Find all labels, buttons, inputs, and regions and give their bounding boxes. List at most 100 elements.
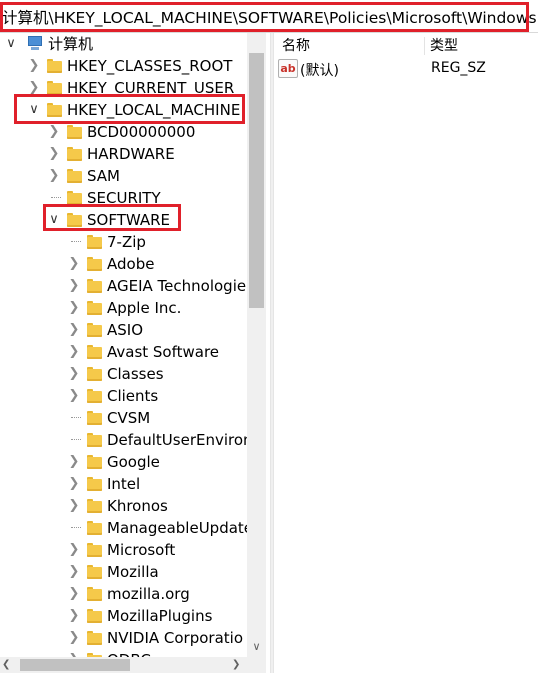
chevron-right-icon[interactable]: ❯ <box>67 319 81 341</box>
tree-node-label: BCD00000000 <box>87 123 196 141</box>
tree-node-microsoft[interactable]: ❯ Microsoft <box>0 539 248 561</box>
address-highlight-box <box>0 2 529 32</box>
tree-node-intel[interactable]: ❯ Intel <box>0 473 248 495</box>
folder-icon <box>67 169 82 183</box>
tree-node-adobe[interactable]: ❯ Adobe <box>0 253 248 275</box>
tree-node-asio[interactable]: ❯ ASIO <box>0 319 248 341</box>
tree-node-label: Adobe <box>107 255 155 273</box>
folder-icon <box>87 631 102 645</box>
folder-icon <box>87 609 102 623</box>
folder-icon <box>87 565 102 579</box>
column-header-name[interactable]: 名称 <box>282 35 310 55</box>
column-header-type[interactable]: 类型 <box>430 35 458 55</box>
chevron-right-icon[interactable]: ❯ <box>47 143 61 165</box>
tree-node-label: HARDWARE <box>87 145 175 163</box>
tree-node-hardware[interactable]: ❯ HARDWARE <box>0 143 248 165</box>
folder-icon <box>87 521 102 535</box>
tree-node-classes[interactable]: ❯ Classes <box>0 363 248 385</box>
folder-icon <box>67 191 82 205</box>
chevron-right-icon[interactable]: ❯ <box>47 165 61 187</box>
scroll-down-icon[interactable]: ∨ <box>247 639 266 655</box>
chevron-right-icon[interactable]: ❯ <box>47 121 61 143</box>
tree-node-7-zip[interactable]: 7-Zip <box>0 231 248 253</box>
chevron-right-icon[interactable]: ❯ <box>67 275 81 297</box>
scroll-left-icon[interactable]: ❮ <box>2 657 10 673</box>
tree-node-label: NVIDIA Corporatio <box>107 629 244 647</box>
tree-node-label: 7-Zip <box>107 233 146 251</box>
tree-node-label: CVSM <box>107 409 151 427</box>
tree-node-label: Clients <box>107 387 159 405</box>
chevron-right-icon[interactable]: ❯ <box>67 627 81 649</box>
address-bar[interactable]: 计算机\HKEY_LOCAL_MACHINE\SOFTWARE\Policies… <box>0 0 538 33</box>
folder-icon <box>87 235 102 249</box>
tree-node-odbc[interactable]: ❯ ODBC <box>0 649 248 657</box>
values-list[interactable]: 名称 类型 ab (默认) REG_SZ <box>274 33 538 673</box>
chevron-right-icon[interactable]: ❯ <box>67 583 81 605</box>
tree-node-avast-software[interactable]: ❯ Avast Software <box>0 341 248 363</box>
tree-node-label: MozillaPlugins <box>107 607 213 625</box>
chevron-right-icon[interactable]: ❯ <box>67 649 81 657</box>
tree-connector <box>71 417 81 418</box>
tree-node-mozillaplugins[interactable]: ❯ MozillaPlugins <box>0 605 248 627</box>
tree-connector <box>51 197 61 198</box>
tree-node-clients[interactable]: ❯ Clients <box>0 385 248 407</box>
chevron-right-icon[interactable]: ❯ <box>67 341 81 363</box>
chevron-right-icon[interactable]: ❯ <box>27 55 41 77</box>
folder-icon <box>87 323 102 337</box>
tree-node-mozilla[interactable]: ❯ Mozilla <box>0 561 248 583</box>
registry-tree[interactable]: ∨ 计算机 ❯ HKEY_CLASSES_ROOT ❯ HKEY_CURRENT_US… <box>0 33 266 657</box>
tree-node-label: 计算机 <box>48 35 94 53</box>
chevron-right-icon[interactable]: ❯ <box>67 253 81 275</box>
scrollbar-thumb[interactable] <box>20 659 130 671</box>
folder-icon <box>87 411 102 425</box>
tree-node-label: Khronos <box>107 497 168 515</box>
chevron-right-icon[interactable]: ❯ <box>67 451 81 473</box>
tree-node-apple-inc[interactable]: ❯ Apple Inc. <box>0 297 248 319</box>
list-item[interactable]: ab (默认) REG_SZ <box>274 59 538 81</box>
folder-icon <box>87 389 102 403</box>
chevron-right-icon[interactable]: ❯ <box>67 297 81 319</box>
tree-node-label: Mozilla <box>107 563 159 581</box>
folder-icon <box>87 455 102 469</box>
tree-node-label: HKEY_CLASSES_ROOT <box>67 57 233 75</box>
tree-node-label: Avast Software <box>107 343 220 361</box>
tree-node-cvsm[interactable]: CVSM <box>0 407 248 429</box>
tree-node-sam[interactable]: ❯ SAM <box>0 165 248 187</box>
folder-icon <box>87 477 102 491</box>
tree-node-defaultuserenviron[interactable]: DefaultUserEnviron <box>0 429 253 451</box>
chevron-right-icon[interactable]: ❯ <box>67 385 81 407</box>
tree-node-hkey-classes-root[interactable]: ❯ HKEY_CLASSES_ROOT <box>0 55 248 77</box>
chevron-right-icon[interactable]: ❯ <box>67 363 81 385</box>
tree-node-mozilla-org[interactable]: ❯ mozilla.org <box>0 583 248 605</box>
scrollbar-thumb[interactable] <box>249 53 264 308</box>
tree-connector <box>71 439 81 440</box>
tree-node-label: ManageableUpdate <box>107 519 254 537</box>
tree-node-khronos[interactable]: ❯ Khronos <box>0 495 248 517</box>
folder-icon <box>47 59 62 73</box>
folder-icon <box>67 125 82 139</box>
tree-vertical-scrollbar[interactable]: ∨ <box>247 33 266 657</box>
column-separator[interactable] <box>424 37 425 55</box>
tree-node-nvidia-corporatio[interactable]: ❯ NVIDIA Corporatio <box>0 627 248 649</box>
tree-node-label: Apple Inc. <box>107 299 182 317</box>
tree-node-manageableupdate[interactable]: ManageableUpdate <box>0 517 253 539</box>
tree-node-label: Microsoft <box>107 541 176 559</box>
tree-node-label: AGEIA Technologie <box>107 277 247 295</box>
value-type: REG_SZ <box>431 60 486 76</box>
chevron-right-icon[interactable]: ❯ <box>67 495 81 517</box>
chevron-right-icon[interactable]: ❯ <box>67 539 81 561</box>
chevron-down-icon[interactable]: ∨ <box>4 33 18 55</box>
tree-node-bcd00000000[interactable]: ❯ BCD00000000 <box>0 121 248 143</box>
software-highlight-box <box>43 204 181 231</box>
tree-node-ageia-technologie[interactable]: ❯ AGEIA Technologie <box>0 275 248 297</box>
tree-node-google[interactable]: ❯ Google <box>0 451 248 473</box>
chevron-right-icon[interactable]: ❯ <box>67 561 81 583</box>
folder-icon <box>67 147 82 161</box>
folder-icon <box>87 543 102 557</box>
chevron-right-icon[interactable]: ❯ <box>67 473 81 495</box>
chevron-right-icon[interactable]: ❯ <box>67 605 81 627</box>
tree-horizontal-scrollbar[interactable]: ❮ ❯ <box>0 657 266 673</box>
tree-node-computer[interactable]: ∨ 计算机 <box>0 33 248 55</box>
scroll-right-icon[interactable]: ❯ <box>232 657 240 673</box>
tree-node-label: mozilla.org <box>107 585 190 603</box>
